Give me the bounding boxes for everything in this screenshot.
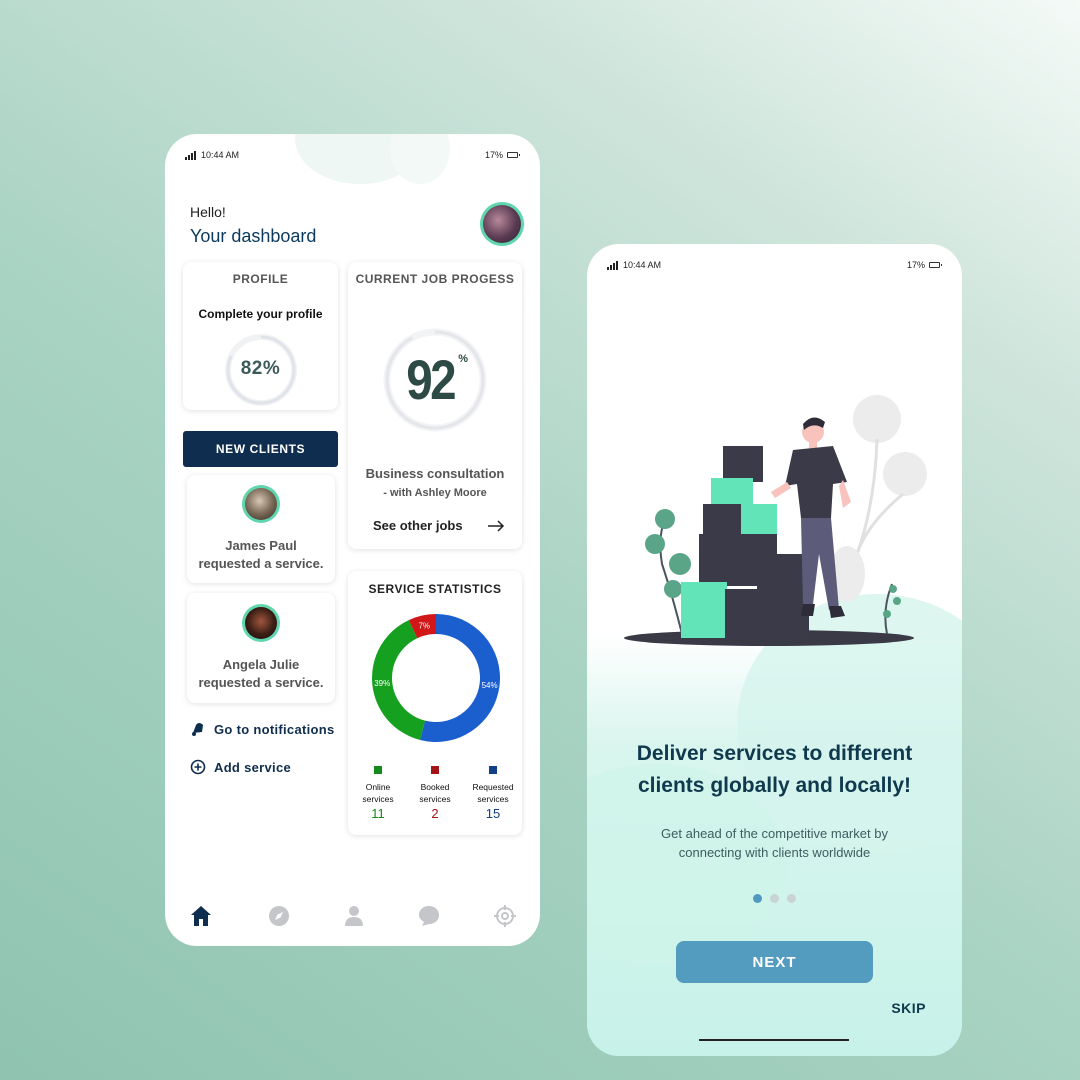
profile-percent: 82% — [240, 358, 281, 379]
see-other-jobs-link[interactable]: See other jobs — [373, 518, 505, 533]
target-icon[interactable] — [493, 904, 517, 928]
bell-icon — [192, 723, 203, 736]
subtitle-line: Get ahead of the competitive market by — [661, 826, 888, 841]
avatar[interactable] — [480, 202, 524, 246]
page-title: Your dashboard — [190, 226, 317, 246]
headline-line: clients globally and locally! — [637, 774, 912, 797]
skip-button[interactable]: SKIP — [891, 1000, 926, 1016]
status-bar: 10:44 AM 17% — [185, 148, 520, 162]
service-statistics-card: SERVICE STATISTICS 54% 39% 7% Online servi… — [348, 571, 522, 835]
stats-card-title: SERVICE STATISTICS — [368, 582, 502, 596]
client-card[interactable]: James Paul requested a service. — [187, 475, 335, 583]
see-other-jobs-label: See other jobs — [373, 518, 463, 533]
page-dot-active[interactable] — [753, 894, 762, 903]
compass-icon[interactable] — [267, 904, 291, 928]
legend-count: 15 — [485, 806, 501, 821]
job-progress-value: 92% — [348, 347, 522, 412]
headline-line: Deliver services to different — [636, 742, 913, 765]
onboarding-subtitle: Get ahead of the competitive market by c… — [627, 824, 922, 862]
dashboard-phone: 10:44 AM 17% Hello! Your dashboard PROFI… — [165, 134, 540, 946]
legend-booked: Booked services 2 — [405, 766, 465, 820]
legend-label: services — [362, 794, 394, 804]
legend-label: services — [477, 794, 509, 804]
client-action: requested a service. — [198, 556, 324, 571]
profile-card[interactable]: PROFILE Complete your profile 82% — [183, 262, 338, 410]
legend-label: Online — [365, 782, 391, 792]
page-indicator — [587, 894, 962, 903]
arrow-right-icon — [487, 519, 504, 532]
profile-card-subtitle: Complete your profile — [198, 307, 323, 321]
legend-swatch — [431, 766, 439, 774]
battery-percent: 17% — [484, 150, 503, 160]
legend-swatch — [489, 766, 497, 774]
client-avatar — [242, 485, 280, 523]
legend-requested: Requested services 15 — [463, 766, 523, 820]
status-time: 10:44 AM — [623, 260, 662, 270]
go-to-notifications-link[interactable]: Go to notifications — [190, 721, 335, 737]
status-bar: 10:44 AM 17% — [607, 258, 942, 272]
chat-icon[interactable] — [417, 904, 441, 928]
legend-online: Online services 11 — [348, 766, 408, 820]
onboarding-phone: 10:44 AM 17% Deliver services to differe… — [587, 244, 962, 1056]
legend-count: 2 — [431, 806, 439, 821]
client-card[interactable]: Angela Julie requested a service. — [187, 593, 335, 703]
legend-label: Booked — [420, 782, 450, 792]
job-progress-unit: % — [458, 353, 469, 365]
next-button[interactable]: NEXT — [676, 941, 873, 983]
add-circle-icon — [190, 759, 206, 775]
legend-label: Requested — [472, 782, 514, 792]
home-indicator — [699, 1039, 849, 1041]
bottom-nav — [165, 904, 540, 932]
status-time: 10:44 AM — [201, 150, 240, 160]
battery-icon — [929, 262, 942, 268]
job-client: - with Ashley Moore — [383, 487, 487, 499]
battery-percent: 17% — [906, 260, 925, 270]
signal-icon — [607, 260, 618, 270]
job-progress-number: 92 — [406, 348, 456, 411]
page-dot[interactable] — [787, 894, 796, 903]
donut-slice-label: 7% — [418, 621, 430, 630]
notifications-label: Go to notifications — [214, 721, 335, 737]
donut-slice-label: 39% — [374, 679, 390, 688]
battery-icon — [507, 152, 520, 158]
legend-swatch — [374, 766, 382, 774]
job-card-title: CURRENT JOB PROGESS — [355, 272, 515, 286]
client-action: requested a service. — [198, 675, 324, 690]
add-service-link[interactable]: Add service — [190, 759, 291, 775]
job-progress-card[interactable]: CURRENT JOB PROGESS 92% Business consult… — [348, 262, 522, 549]
profile-card-title: PROFILE — [232, 272, 289, 286]
new-clients-header[interactable]: NEW CLIENTS — [183, 431, 338, 467]
legend-label: services — [419, 794, 451, 804]
subtitle-line: connecting with clients worldwide — [678, 845, 871, 860]
service-statistics-donut: 54% 39% 7% — [372, 614, 500, 742]
legend-count: 11 — [371, 806, 385, 821]
delivery-illustration — [624, 395, 927, 646]
client-name: Angela Julie — [222, 657, 300, 672]
add-service-label: Add service — [214, 759, 292, 775]
user-icon[interactable] — [342, 904, 366, 928]
job-name: Business consultation — [365, 466, 505, 481]
client-name: James Paul — [225, 538, 297, 553]
greeting: Hello! — [190, 204, 226, 220]
onboarding-headline: Deliver services to different clients gl… — [611, 738, 938, 802]
signal-icon — [185, 150, 196, 160]
page-dot[interactable] — [770, 894, 779, 903]
home-icon[interactable] — [189, 904, 213, 928]
donut-slice-label: 54% — [482, 681, 498, 690]
client-avatar — [242, 604, 280, 642]
